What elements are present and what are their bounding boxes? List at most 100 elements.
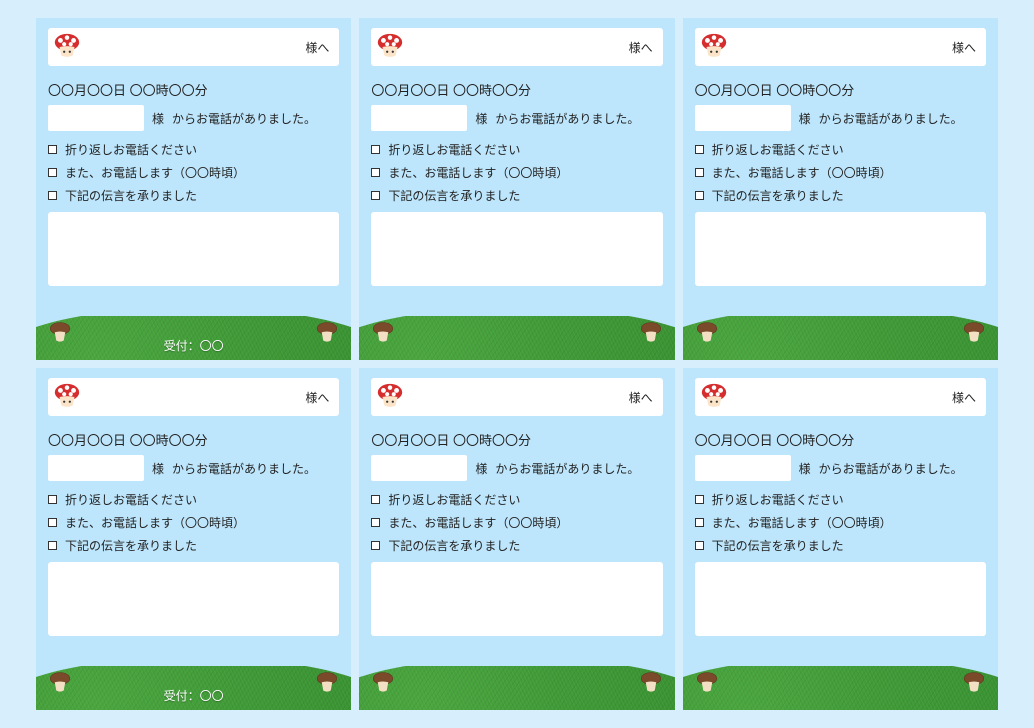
check-item[interactable]: 下記の伝言を承りました [48, 187, 339, 204]
grass-hill-decor: 受付：〇〇 [36, 316, 351, 360]
recipient-suffix: 様へ [629, 39, 653, 56]
caller-name-field[interactable] [371, 105, 467, 131]
phone-memo-card: 様へ 〇〇月〇〇日 〇〇時〇〇分 様 からお電話がありました。 折り返しお電話く… [36, 368, 351, 710]
caller-row: 様 からお電話がありました。 [48, 455, 339, 481]
check-item[interactable]: 下記の伝言を承りました [695, 187, 986, 204]
phone-memo-card: 様へ 〇〇月〇〇日 〇〇時〇〇分 様 からお電話がありました。 折り返しお電話く… [683, 368, 998, 710]
check-label: また、お電話します（〇〇時頃） [712, 164, 892, 181]
checkbox-icon[interactable] [371, 191, 380, 200]
check-item[interactable]: 下記の伝言を承りました [48, 537, 339, 554]
checkbox-icon[interactable] [695, 145, 704, 154]
check-item[interactable]: 下記の伝言を承りました [371, 537, 662, 554]
caller-suffix: 様 [475, 460, 487, 477]
mushroom-brown-icon [46, 321, 74, 348]
memo-textarea[interactable] [48, 562, 339, 636]
check-label: 折り返しお電話ください [712, 141, 844, 158]
checkbox-icon[interactable] [48, 495, 57, 504]
recipient-suffix: 様へ [629, 389, 653, 406]
checkbox-list: 折り返しお電話ください また、お電話します（〇〇時頃） 下記の伝言を承りました [695, 141, 986, 204]
memo-textarea[interactable] [695, 212, 986, 286]
checkbox-icon[interactable] [695, 495, 704, 504]
check-item[interactable]: また、お電話します（〇〇時頃） [48, 514, 339, 531]
checkbox-icon[interactable] [48, 145, 57, 154]
check-label: 折り返しお電話ください [388, 491, 520, 508]
recipient-suffix: 様へ [305, 39, 329, 56]
datetime-line: 〇〇月〇〇日 〇〇時〇〇分 [371, 80, 662, 99]
checkbox-icon[interactable] [695, 541, 704, 550]
memo-sheet-page: 様へ 〇〇月〇〇日 〇〇時〇〇分 様 からお電話がありました。 折り返しお電話く… [0, 0, 1034, 728]
check-label: 下記の伝言を承りました [712, 187, 844, 204]
check-label: また、お電話します（〇〇時頃） [388, 164, 568, 181]
recipient-row: 様へ [695, 28, 986, 66]
checkbox-icon[interactable] [371, 518, 380, 527]
caller-suffix: 様 [475, 110, 487, 127]
checkbox-icon[interactable] [48, 518, 57, 527]
checkbox-icon[interactable] [695, 168, 704, 177]
check-label: 折り返しお電話ください [65, 141, 197, 158]
caller-suffix: 様 [152, 110, 164, 127]
checkbox-icon[interactable] [48, 168, 57, 177]
checkbox-icon[interactable] [371, 541, 380, 550]
check-label: 折り返しお電話ください [712, 491, 844, 508]
recipient-row: 様へ [371, 378, 662, 416]
mushroom-brown-icon [960, 321, 988, 348]
caller-name-field[interactable] [48, 105, 144, 131]
check-item[interactable]: また、お電話します（〇〇時頃） [695, 514, 986, 531]
checkbox-icon[interactable] [48, 191, 57, 200]
check-item[interactable]: 下記の伝言を承りました [371, 187, 662, 204]
checkbox-icon[interactable] [48, 541, 57, 550]
memo-textarea[interactable] [371, 212, 662, 286]
caller-suffix: 様 [799, 110, 811, 127]
phone-memo-card: 様へ 〇〇月〇〇日 〇〇時〇〇分 様 からお電話がありました。 折り返しお電話く… [359, 18, 674, 360]
check-item[interactable]: また、お電話します（〇〇時頃） [371, 164, 662, 181]
checkbox-icon[interactable] [371, 495, 380, 504]
caller-message: からお電話がありました。 [819, 460, 963, 477]
check-item[interactable]: 折り返しお電話ください [371, 491, 662, 508]
mushroom-brown-icon [637, 671, 665, 698]
check-label: 下記の伝言を承りました [712, 537, 844, 554]
check-label: 下記の伝言を承りました [65, 187, 197, 204]
mushroom-brown-icon [693, 321, 721, 348]
mushroom-brown-icon [369, 671, 397, 698]
grass-hill-decor: 受付：〇〇 [36, 666, 351, 710]
checkbox-icon[interactable] [371, 168, 380, 177]
checkbox-icon[interactable] [371, 145, 380, 154]
check-item[interactable]: 折り返しお電話ください [371, 141, 662, 158]
mushroom-red-icon [699, 382, 729, 412]
datetime-line: 〇〇月〇〇日 〇〇時〇〇分 [371, 430, 662, 449]
mushroom-red-icon [375, 32, 405, 62]
caller-name-field[interactable] [695, 455, 791, 481]
caller-name-field[interactable] [48, 455, 144, 481]
memo-textarea[interactable] [48, 212, 339, 286]
checkbox-list: 折り返しお電話ください また、お電話します（〇〇時頃） 下記の伝言を承りました [371, 141, 662, 204]
check-item[interactable]: 折り返しお電話ください [48, 141, 339, 158]
caller-message: からお電話がありました。 [495, 110, 639, 127]
caller-suffix: 様 [799, 460, 811, 477]
check-item[interactable]: 折り返しお電話ください [695, 491, 986, 508]
memo-textarea[interactable] [695, 562, 986, 636]
phone-memo-card: 様へ 〇〇月〇〇日 〇〇時〇〇分 様 からお電話がありました。 折り返しお電話く… [683, 18, 998, 360]
check-item[interactable]: 下記の伝言を承りました [695, 537, 986, 554]
caller-row: 様 からお電話がありました。 [371, 455, 662, 481]
mushroom-brown-icon [637, 321, 665, 348]
checkbox-list: 折り返しお電話ください また、お電話します（〇〇時頃） 下記の伝言を承りました [48, 141, 339, 204]
recipient-suffix: 様へ [952, 389, 976, 406]
recipient-suffix: 様へ [305, 389, 329, 406]
caller-row: 様 からお電話がありました。 [371, 105, 662, 131]
reception-label: 受付：〇〇 [164, 687, 224, 704]
caller-name-field[interactable] [371, 455, 467, 481]
check-item[interactable]: また、お電話します（〇〇時頃） [48, 164, 339, 181]
caller-message: からお電話がありました。 [172, 110, 316, 127]
checkbox-icon[interactable] [695, 518, 704, 527]
grass-hill-decor [359, 666, 674, 710]
recipient-row: 様へ [48, 28, 339, 66]
check-item[interactable]: また、お電話します（〇〇時頃） [695, 164, 986, 181]
caller-name-field[interactable] [695, 105, 791, 131]
check-item[interactable]: 折り返しお電話ください [48, 491, 339, 508]
checkbox-icon[interactable] [695, 191, 704, 200]
memo-textarea[interactable] [371, 562, 662, 636]
check-item[interactable]: 折り返しお電話ください [695, 141, 986, 158]
recipient-suffix: 様へ [952, 39, 976, 56]
check-item[interactable]: また、お電話します（〇〇時頃） [371, 514, 662, 531]
check-label: 下記の伝言を承りました [388, 537, 520, 554]
